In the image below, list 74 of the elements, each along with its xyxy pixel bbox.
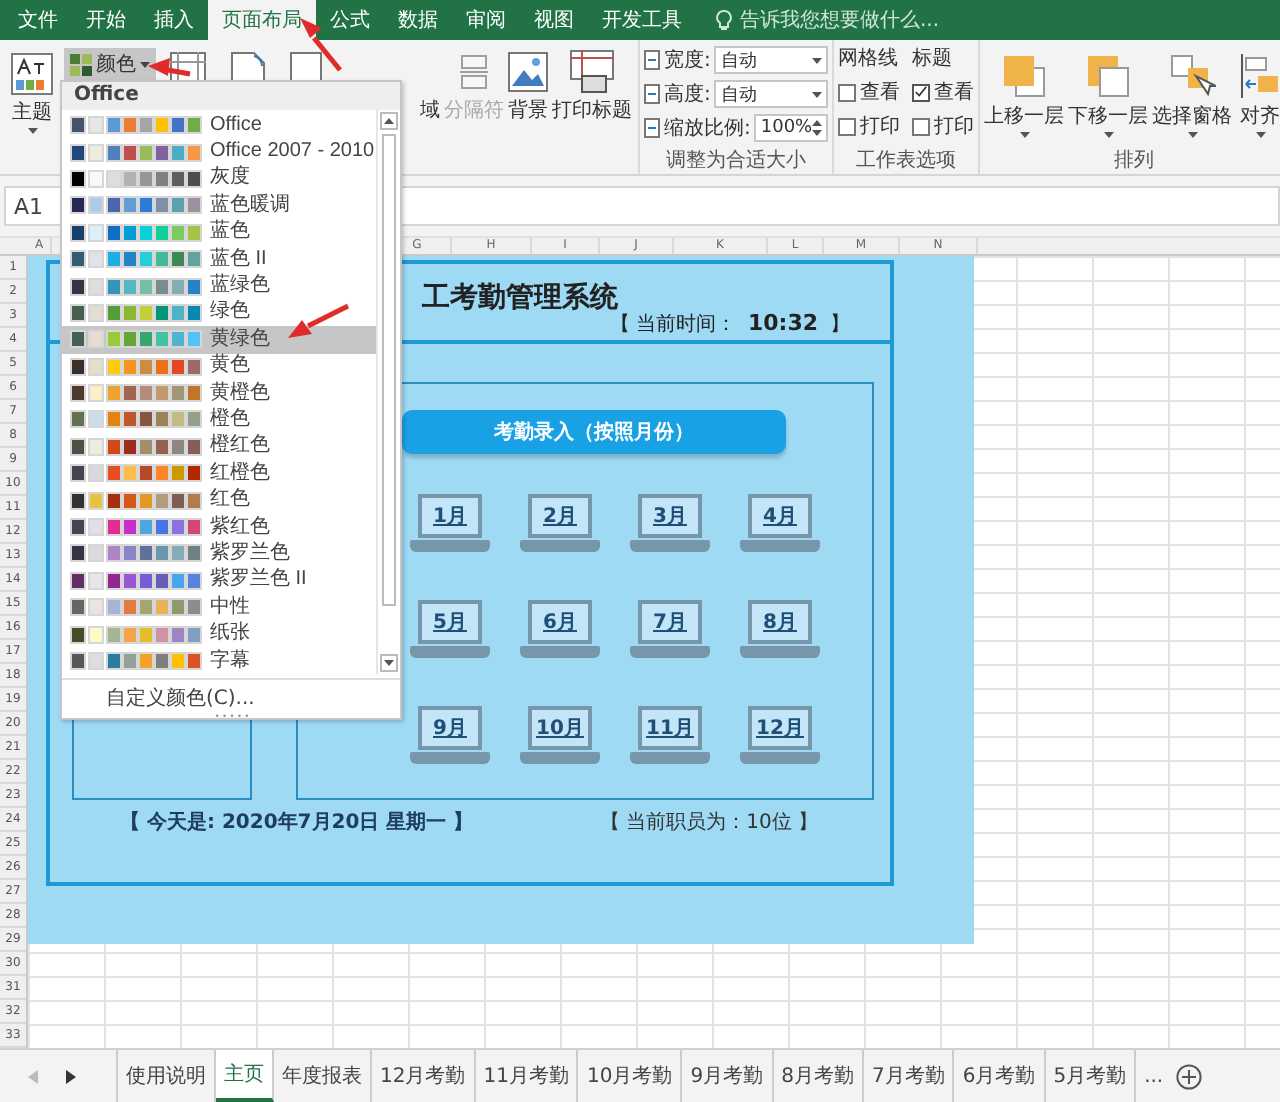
color-scheme-item[interactable]: 黄色: [62, 353, 376, 380]
custom-colors-item[interactable]: 自定义颜色(C)...: [62, 678, 400, 715]
sheet-tab[interactable]: 7月考勤: [863, 1050, 955, 1102]
ribbon-tab[interactable]: 审阅: [452, 0, 520, 40]
checkbox-option[interactable]: 打印: [912, 112, 975, 140]
color-scheme-item[interactable]: 红色: [62, 486, 376, 514]
scale-field[interactable]: 100%: [754, 114, 829, 142]
tell-me-field[interactable]: 告诉我您想要做什么...: [716, 0, 940, 40]
ribbon-tab[interactable]: 公式: [316, 0, 384, 40]
ribbon-tab[interactable]: 文件: [4, 0, 72, 40]
color-scheme-item[interactable]: 字幕: [62, 647, 376, 675]
checkbox-option[interactable]: 查看: [912, 78, 975, 106]
color-scheme-item[interactable]: 橙色: [62, 406, 376, 434]
sheet-tab[interactable]: 6月考勤: [954, 1050, 1046, 1102]
ribbon-button[interactable]: 打印标题: [550, 44, 634, 124]
ribbon-tab[interactable]: 视图: [520, 0, 588, 40]
ribbon-button[interactable]: 域: [418, 44, 442, 124]
field-label: 缩放比例:: [664, 115, 751, 142]
option-heading: 标题: [912, 45, 955, 72]
colors-button[interactable]: 颜色: [64, 48, 156, 80]
field-label: 高度:: [664, 81, 711, 108]
ribbon-button[interactable]: 下移一层: [1068, 52, 1149, 148]
color-scheme-item[interactable]: 紫罗兰色 II: [62, 567, 376, 595]
option-heading: 网格线: [838, 45, 901, 72]
color-scheme-item[interactable]: 灰度: [62, 165, 376, 193]
color-scheme-item[interactable]: 黄橙色: [62, 379, 376, 407]
color-scheme-item[interactable]: 红橙色: [62, 460, 376, 487]
ribbon-button[interactable]: 选择窗格: [1152, 52, 1233, 148]
dashboard-title: 工考勤管理系统: [422, 280, 620, 316]
color-scheme-item[interactable]: Office 2007 - 2010: [62, 138, 376, 166]
sheet-tab[interactable]: 10月考勤: [578, 1050, 683, 1102]
ribbon-tab[interactable]: 开始: [72, 0, 140, 40]
sheet-tab[interactable]: 年度报表: [274, 1050, 372, 1102]
sheet-tab[interactable]: 12月考勤: [372, 1050, 476, 1102]
sheet-tab[interactable]: 主页: [216, 1050, 274, 1102]
ribbon-button[interactable]: 对齐: [1236, 52, 1280, 148]
color-scheme-item[interactable]: 蓝色 II: [62, 245, 376, 273]
ribbon-button[interactable]: 上移一层: [984, 52, 1065, 148]
ribbon-tab[interactable]: 页面布局: [208, 0, 316, 40]
group-label: 调整为合适大小: [664, 148, 809, 174]
color-scheme-item[interactable]: 纸张: [62, 620, 376, 648]
checkbox-option[interactable]: 打印: [838, 112, 901, 140]
menu-heading: Office: [62, 82, 400, 110]
color-scheme-item[interactable]: Office: [62, 112, 376, 139]
ribbon-button[interactable]: 背景: [506, 44, 550, 124]
time-value: 10:32: [747, 310, 818, 336]
sheet-tab[interactable]: 5月考勤: [1045, 1050, 1137, 1102]
color-scheme-item[interactable]: 紫罗兰色: [62, 540, 376, 568]
time-label: 【 当前时间：: [609, 311, 736, 338]
ribbon-tab[interactable]: 开发工具: [588, 0, 696, 40]
more-sheets-button[interactable]: ...: [1144, 1065, 1164, 1087]
checkbox-option[interactable]: 查看: [838, 78, 901, 106]
sheet-tab[interactable]: 9月考勤: [682, 1050, 774, 1102]
scale-field[interactable]: 自动: [714, 80, 829, 108]
color-scheme-item[interactable]: 紫红色: [62, 513, 376, 541]
scale-field[interactable]: 自动: [714, 46, 829, 74]
bracket-text: 】: [830, 311, 850, 338]
ribbon-tab[interactable]: 插入: [140, 0, 208, 40]
color-scheme-item[interactable]: 绿色: [62, 299, 376, 327]
today-date-text: 【 今天是: 2020年7月20日 星期一 】: [120, 809, 476, 836]
color-scheme-item[interactable]: 蓝绿色: [62, 272, 376, 300]
sheet-tab[interactable]: 8月考勤: [773, 1050, 864, 1102]
color-scheme-item[interactable]: 中性: [62, 594, 376, 621]
color-scheme-item[interactable]: 蓝色暖调: [62, 192, 376, 220]
group-label: 工作表选项: [854, 148, 959, 174]
color-scheme-item[interactable]: 黄绿色: [62, 326, 376, 354]
color-scheme-item[interactable]: 蓝色: [62, 219, 376, 246]
color-scheme-item[interactable]: 橙红色: [62, 433, 376, 461]
staff-count-text: 【 当前职员为：10位 】: [600, 809, 819, 836]
field-label: 宽度:: [664, 47, 711, 74]
themes-button[interactable]: 主题: [4, 44, 60, 134]
ribbon-tab[interactable]: 数据: [384, 0, 452, 40]
group-label: 排列: [1112, 148, 1157, 174]
sheet-tab[interactable]: 11月考勤: [475, 1050, 579, 1102]
